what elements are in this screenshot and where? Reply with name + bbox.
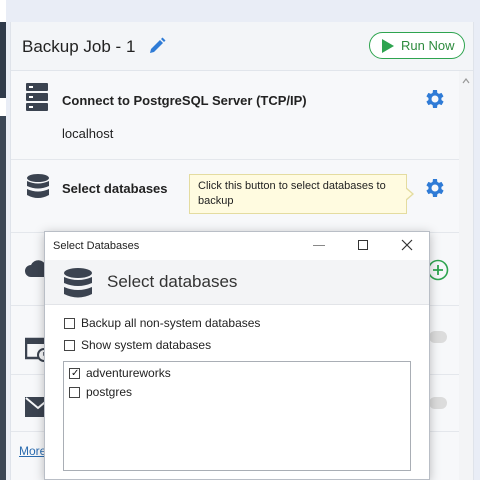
schedule-toggle[interactable] xyxy=(429,331,447,343)
connect-title: Connect to PostgreSQL Server (TCP/IP) xyxy=(62,93,307,108)
job-title: Backup Job - 1 xyxy=(22,37,136,56)
maximize-icon[interactable] xyxy=(358,240,368,250)
list-item[interactable]: postgres xyxy=(86,385,132,399)
edit-icon[interactable] xyxy=(147,36,167,56)
left-sidebar-edge-lower xyxy=(0,116,6,480)
left-sidebar-edge xyxy=(0,22,6,98)
database-icon xyxy=(27,174,49,198)
job-header: Backup Job - 1 Run Now xyxy=(11,22,473,71)
adventureworks-checkbox[interactable]: ✓ xyxy=(69,368,80,379)
play-icon xyxy=(382,39,394,53)
run-now-label: Run Now xyxy=(401,38,455,53)
list-item[interactable]: adventureworks xyxy=(86,366,171,380)
check-icon: ✓ xyxy=(71,368,80,379)
gear-icon[interactable] xyxy=(422,87,446,111)
dialog-header: Select databases xyxy=(45,260,429,305)
show-system-label: Show system databases xyxy=(81,338,212,352)
close-icon[interactable] xyxy=(400,238,414,252)
select-databases-dialog: Select Databases Select databases Backup… xyxy=(44,231,430,480)
connect-section: Connect to PostgreSQL Server (TCP/IP) lo… xyxy=(11,71,459,160)
backup-all-checkbox[interactable] xyxy=(64,318,75,329)
more-link[interactable]: More xyxy=(19,444,46,458)
scrollbar[interactable] xyxy=(459,71,473,480)
backup-all-label: Backup all non-system databases xyxy=(81,316,261,330)
server-icon xyxy=(26,83,48,111)
notification-toggle[interactable] xyxy=(429,397,447,409)
databases-title: Select databases xyxy=(62,181,168,196)
gear-icon[interactable] xyxy=(422,176,446,200)
add-circle-icon[interactable] xyxy=(427,259,449,281)
tooltip: Click this button to select databases to… xyxy=(189,174,407,214)
show-system-checkbox[interactable] xyxy=(64,340,75,351)
tooltip-arrow-fill xyxy=(405,188,412,200)
database-list[interactable]: ✓ adventureworks postgres xyxy=(63,361,411,471)
run-now-button[interactable]: Run Now xyxy=(369,32,465,59)
minimize-icon[interactable] xyxy=(313,245,325,246)
postgres-checkbox[interactable] xyxy=(69,387,80,398)
dialog-titlebar[interactable]: Select Databases xyxy=(45,232,429,260)
dialog-window-title: Select Databases xyxy=(53,240,140,252)
database-icon xyxy=(64,268,92,298)
scroll-up-icon[interactable] xyxy=(462,77,470,85)
databases-section: Select databases Click this button to se… xyxy=(11,160,459,233)
server-address: localhost xyxy=(62,126,114,141)
dialog-heading: Select databases xyxy=(107,272,238,291)
